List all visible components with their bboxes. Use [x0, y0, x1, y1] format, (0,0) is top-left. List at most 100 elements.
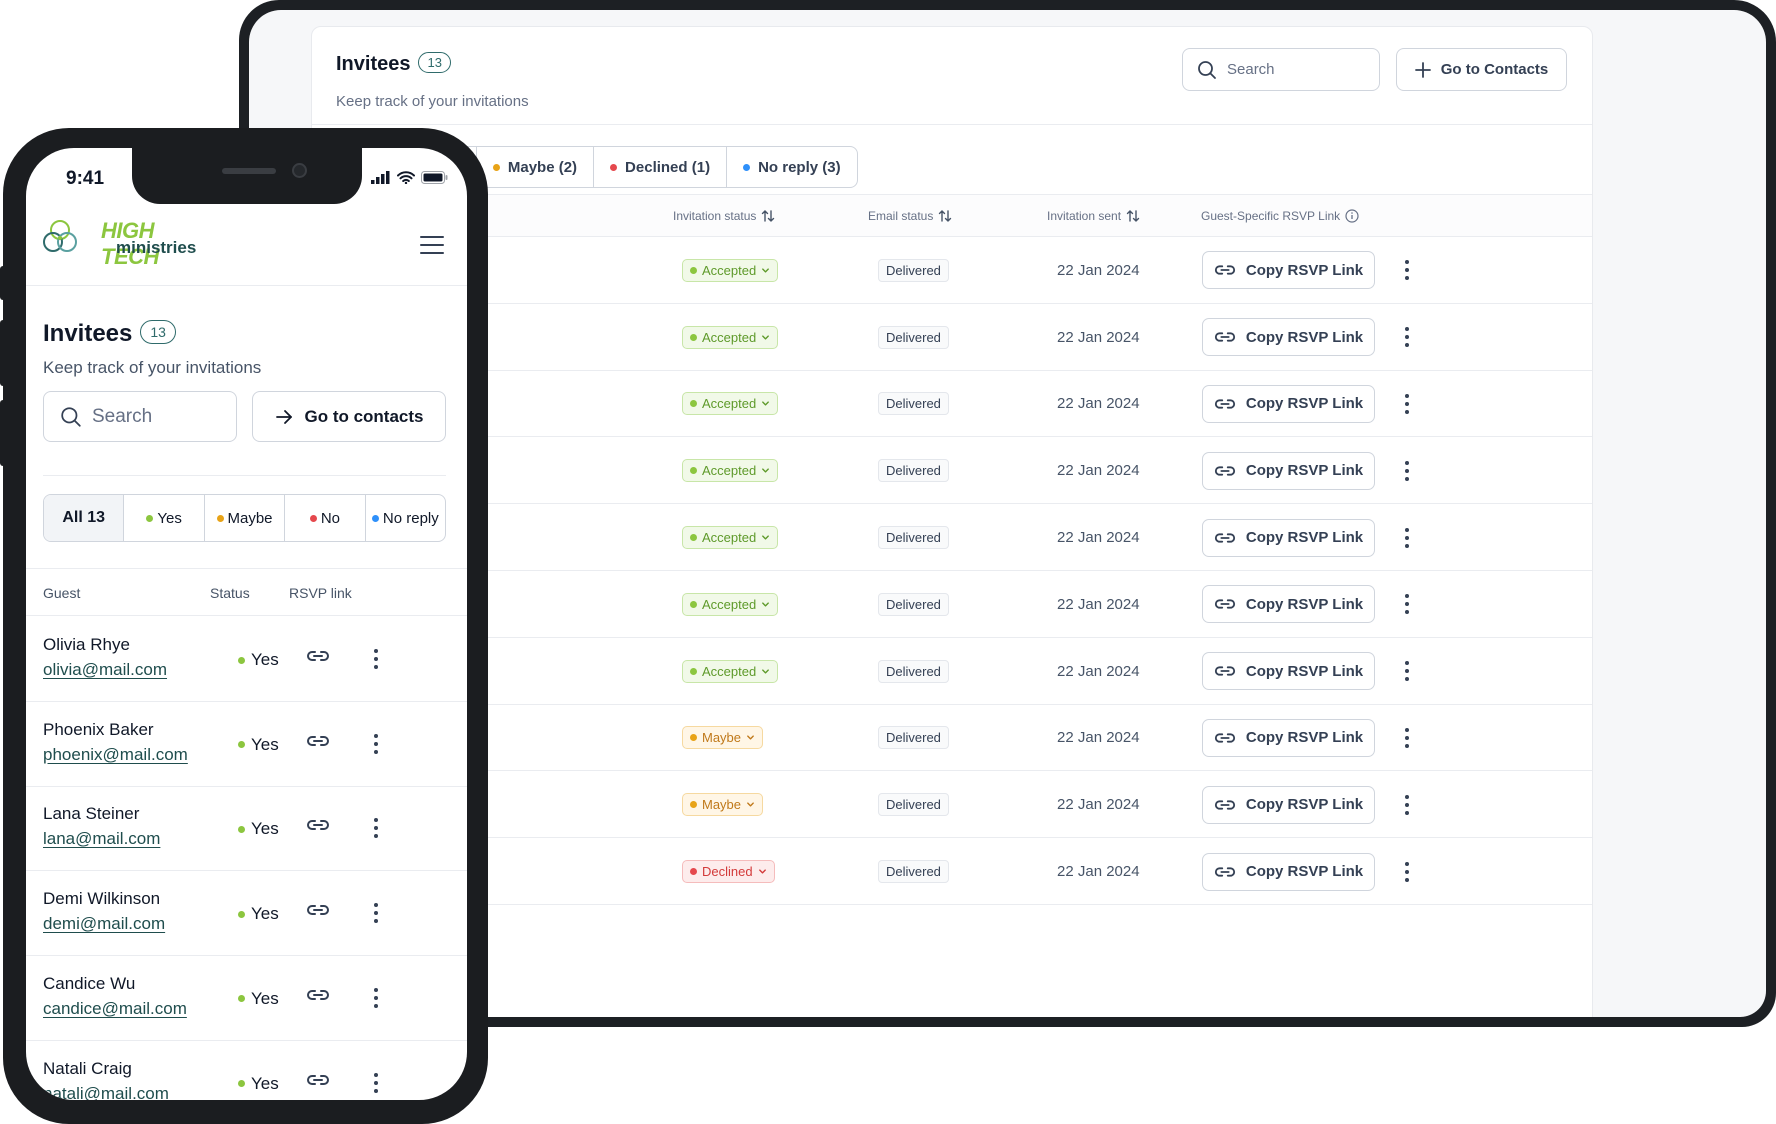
link-icon	[307, 651, 329, 661]
table-row: Declined Delivered 22 Jan 2024 Copy RSVP Li…	[312, 838, 1592, 905]
more-actions-icon[interactable]	[1397, 592, 1417, 616]
table-row: Maybe Delivered 22 Jan 2024 Copy RSVP Link	[312, 705, 1592, 772]
table-header: Invitation status Email status Invitatio…	[312, 194, 1592, 237]
email-status-badge: Delivered	[878, 325, 949, 349]
status-label: Yes	[251, 734, 279, 754]
copy-rsvp-link-button[interactable]	[306, 901, 330, 924]
filter-tab[interactable]: No reply	[366, 495, 445, 541]
invitation-status-dropdown[interactable]: Maybe	[682, 793, 764, 817]
email-status-badge: Delivered	[878, 659, 949, 683]
invitation-status-dropdown[interactable]: Accepted	[682, 258, 779, 282]
col-invitation-sent[interactable]: Invitation sent	[1047, 209, 1140, 223]
more-actions-icon[interactable]	[1397, 726, 1417, 750]
invitation-status-dropdown[interactable]: Accepted	[682, 592, 779, 616]
invitation-date: 22 Jan 2024	[1057, 729, 1140, 747]
copy-rsvp-link-button[interactable]	[306, 816, 330, 839]
search-icon	[61, 406, 81, 427]
speaker-grille	[222, 168, 276, 174]
more-actions-icon[interactable]	[1397, 526, 1417, 550]
invitation-status-dropdown[interactable]: Declined	[682, 860, 775, 884]
filter-tab[interactable]: Maybe	[205, 495, 286, 541]
status-dot	[690, 801, 697, 809]
copy-rsvp-link-button[interactable]: Copy RSVP Link	[1202, 518, 1375, 557]
copy-rsvp-link-button[interactable]	[306, 732, 330, 755]
copy-rsvp-link-button[interactable]	[306, 1071, 330, 1094]
invitation-status-dropdown[interactable]: Accepted	[682, 325, 779, 349]
invitation-date: 22 Jan 2024	[1057, 261, 1140, 279]
guest-email-link[interactable]: phoenix@mail.com	[43, 745, 188, 765]
more-actions-icon[interactable]	[366, 647, 386, 671]
brand-logo[interactable]: HIGH TECH ministries	[41, 212, 201, 272]
status-dot	[238, 995, 245, 1003]
copy-rsvp-link-button[interactable]: Copy RSVP Link	[1202, 451, 1375, 490]
email-status-badge: Delivered	[878, 459, 949, 483]
invitation-status-dropdown[interactable]: Accepted	[682, 459, 779, 483]
more-actions-icon[interactable]	[1397, 325, 1417, 349]
guest-status: Yes	[238, 904, 279, 924]
filter-tab[interactable]: No	[285, 495, 366, 541]
filter-tab[interactable]: Declined (1)	[594, 147, 728, 187]
copy-rsvp-link-button[interactable]: Copy RSVP Link	[1202, 251, 1375, 290]
copy-rsvp-link-button[interactable]: Copy RSVP Link	[1202, 652, 1375, 691]
email-status-badge: Delivered	[878, 258, 949, 282]
logo-mark-icon	[43, 220, 77, 252]
more-actions-icon[interactable]	[366, 901, 386, 925]
more-actions-icon[interactable]	[1397, 793, 1417, 817]
filter-tab[interactable]: All 13	[44, 495, 125, 541]
copy-rsvp-link-button[interactable]	[306, 986, 330, 1009]
col-invitation-status-label: Invitation status	[673, 209, 757, 223]
guest-email-link[interactable]: demi@mail.com	[43, 914, 165, 934]
more-actions-icon[interactable]	[1397, 392, 1417, 416]
signal-icon	[371, 171, 390, 184]
invitation-status-dropdown[interactable]: Accepted	[682, 659, 779, 683]
more-actions-icon[interactable]	[366, 986, 386, 1010]
page-subtitle: Keep track of your invitations	[336, 93, 529, 110]
col-invitation-status[interactable]: Invitation status	[673, 209, 775, 223]
phone-side-button	[0, 400, 6, 466]
search-input[interactable]: Search	[1182, 48, 1380, 91]
guest-email-link[interactable]: lana@mail.com	[43, 829, 160, 849]
copy-rsvp-link-button[interactable]: Copy RSVP Link	[1202, 585, 1375, 624]
filter-label: Maybe	[227, 509, 273, 527]
chevron-down-icon	[762, 268, 770, 273]
filter-tab[interactable]: Yes	[124, 495, 205, 541]
link-icon	[1214, 599, 1235, 609]
status-dot	[146, 514, 154, 522]
status-label: Yes	[251, 1073, 279, 1093]
more-actions-icon[interactable]	[1397, 659, 1417, 683]
more-actions-icon[interactable]	[1397, 258, 1417, 282]
filter-label: No reply (3)	[758, 158, 841, 176]
link-icon	[1214, 466, 1235, 476]
copy-rsvp-link-button[interactable]: Copy RSVP Link	[1202, 318, 1375, 357]
guest-email-link[interactable]: olivia@mail.com	[43, 660, 167, 680]
copy-rsvp-link-button[interactable]: Copy RSVP Link	[1202, 384, 1375, 423]
info-icon[interactable]	[1345, 209, 1359, 223]
search-input[interactable]: Search	[43, 391, 237, 442]
wifi-icon	[397, 171, 415, 184]
invitees-card: Invitees 13 Keep track of your invitation…	[311, 26, 1593, 1017]
more-actions-icon[interactable]	[1397, 860, 1417, 884]
copy-rsvp-link-button[interactable]	[306, 647, 330, 670]
more-actions-icon[interactable]	[366, 816, 386, 840]
invitation-status-dropdown[interactable]: Accepted	[682, 392, 779, 416]
go-to-contacts-button[interactable]: Go to Contacts	[1396, 48, 1567, 91]
more-actions-icon[interactable]	[366, 732, 386, 756]
copy-rsvp-link-button[interactable]: Copy RSVP Link	[1202, 852, 1375, 891]
invitation-status-dropdown[interactable]: Accepted	[682, 526, 779, 550]
hamburger-menu-icon[interactable]	[420, 236, 444, 254]
table-row: ativeAcceptedDelivered22 Jan 2024Copy RS…	[312, 237, 1592, 304]
go-to-contacts-button[interactable]: Go to contacts	[252, 391, 446, 442]
filter-tab[interactable]: No reply (3)	[727, 147, 857, 187]
col-email-status[interactable]: Email status	[868, 209, 952, 223]
invitation-status-dropdown[interactable]: Maybe	[682, 726, 764, 750]
guest-email-link[interactable]: natali@mail.com	[43, 1084, 169, 1101]
copy-rsvp-link-button[interactable]: Copy RSVP Link	[1202, 785, 1375, 824]
filter-tab[interactable]: Maybe (2)	[477, 147, 595, 187]
guest-email-link[interactable]: candice@mail.com	[43, 999, 187, 1019]
copy-rsvp-link-button[interactable]: Copy RSVP Link	[1202, 718, 1375, 757]
status-label: Accepted	[702, 530, 757, 546]
more-actions-icon[interactable]	[366, 1071, 386, 1095]
status-label: Yes	[251, 988, 279, 1008]
invitation-date: 22 Jan 2024	[1057, 662, 1140, 680]
more-actions-icon[interactable]	[1397, 459, 1417, 483]
